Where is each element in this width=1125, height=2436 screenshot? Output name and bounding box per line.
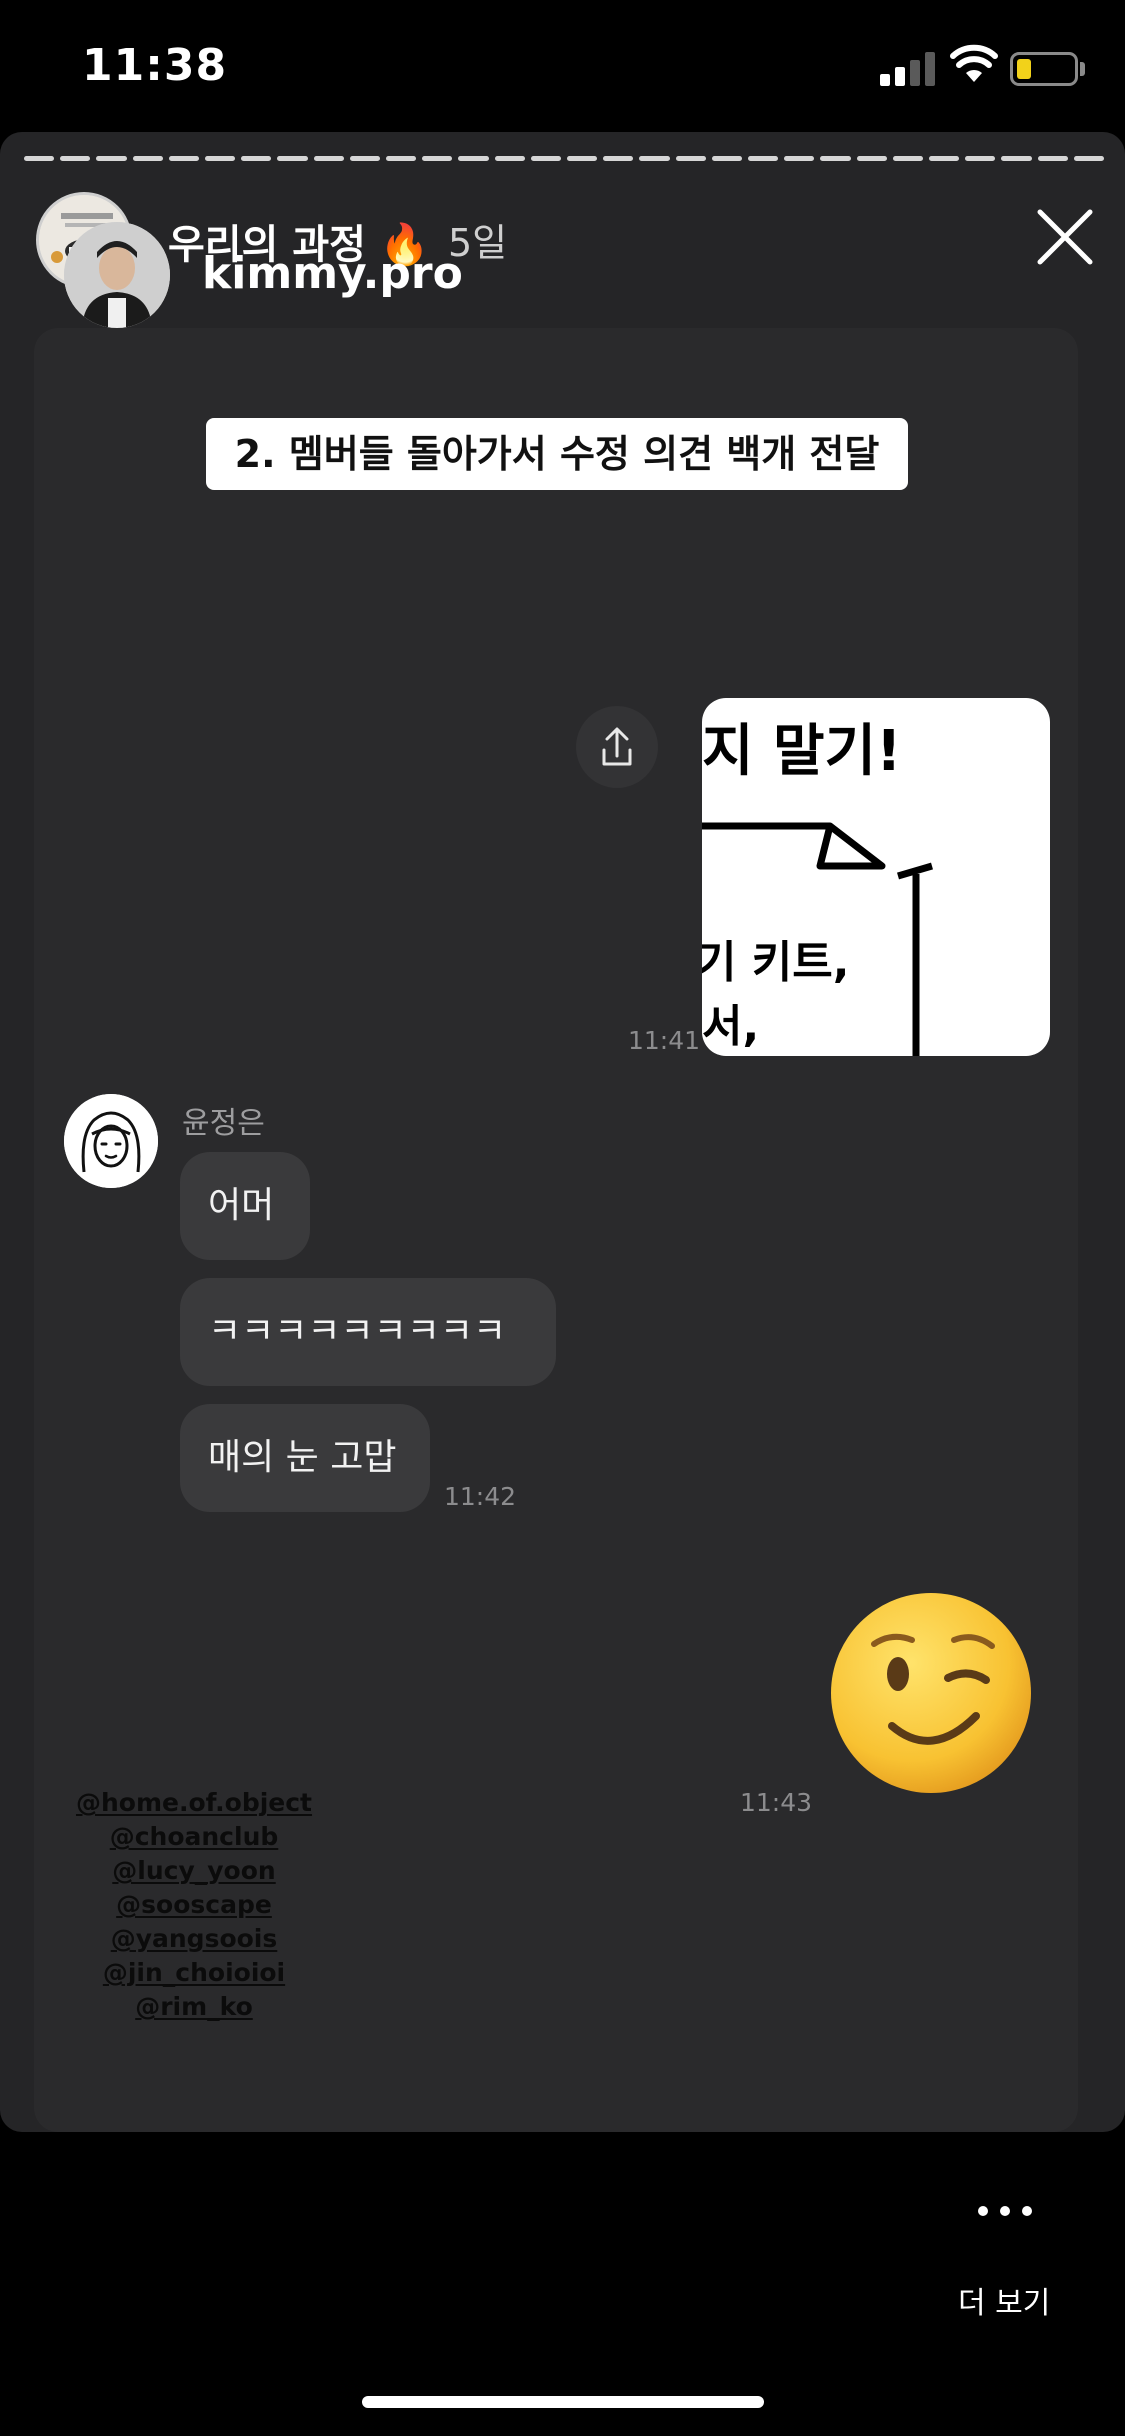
progress-segment bbox=[386, 156, 417, 161]
progress-segment bbox=[132, 156, 163, 161]
progress-segment bbox=[24, 156, 55, 161]
progress-segment bbox=[965, 156, 996, 161]
story-progress-bar bbox=[24, 156, 1105, 162]
progress-segment bbox=[168, 156, 200, 161]
progress-segment bbox=[892, 156, 924, 161]
image-text-line: 기 키트, bbox=[702, 937, 850, 988]
wifi-icon bbox=[950, 44, 998, 82]
avatar bbox=[64, 222, 170, 328]
progress-segment bbox=[530, 156, 562, 161]
mention-link[interactable]: @rim_ko bbox=[60, 1990, 328, 2024]
winking-face-emoji[interactable] bbox=[826, 1588, 1036, 1798]
battery-icon bbox=[1010, 52, 1078, 86]
message-timestamp: 11:41 bbox=[628, 1026, 701, 1055]
mention-link[interactable]: @sooscape bbox=[60, 1888, 328, 1922]
progress-segment bbox=[349, 156, 381, 161]
message-bubble[interactable]: 매의 눈 고맙 bbox=[180, 1404, 430, 1512]
more-button-label[interactable]: 더 보기 bbox=[958, 2278, 1050, 2322]
progress-segment bbox=[1073, 156, 1105, 161]
status-bar: 11:38 bbox=[0, 0, 1125, 132]
progress-segment bbox=[711, 156, 743, 161]
sender-name: 윤정은 bbox=[182, 1106, 265, 1141]
progress-segment bbox=[856, 156, 887, 161]
progress-segment bbox=[603, 156, 634, 161]
progress-segment bbox=[748, 156, 779, 161]
progress-segment bbox=[1037, 156, 1068, 161]
mention-list: @home.of.object @choanclub @lucy_yoon @soos… bbox=[60, 1786, 328, 2024]
home-indicator[interactable] bbox=[362, 2396, 764, 2408]
progress-segment bbox=[675, 156, 706, 161]
progress-segment bbox=[458, 156, 489, 161]
message-text: 매의 눈 고맙 bbox=[208, 1437, 397, 1478]
progress-segment bbox=[205, 156, 236, 161]
share-button[interactable] bbox=[576, 706, 658, 788]
mention-link[interactable]: @choanclub bbox=[60, 1820, 328, 1854]
dm-user-header: kimmy.pro bbox=[64, 222, 664, 332]
progress-segment bbox=[567, 156, 598, 161]
progress-segment bbox=[96, 156, 127, 161]
progress-segment bbox=[422, 156, 453, 161]
progress-segment bbox=[60, 156, 91, 161]
cellular-signal-icon bbox=[880, 50, 936, 86]
dm-username: kimmy.pro bbox=[202, 248, 463, 299]
message-text: 어머 bbox=[208, 1185, 275, 1226]
mention-link[interactable]: @lucy_yoon bbox=[60, 1854, 328, 1888]
message-bubble[interactable]: 어머 bbox=[180, 1152, 310, 1260]
mention-link[interactable]: @jin_choioioi bbox=[60, 1956, 328, 1990]
message-text: ㅋㅋㅋㅋㅋㅋㅋㅋㅋ bbox=[208, 1311, 507, 1352]
message-bubble[interactable]: ㅋㅋㅋㅋㅋㅋㅋㅋㅋ bbox=[180, 1278, 556, 1386]
progress-segment bbox=[820, 156, 851, 161]
sender-avatar[interactable] bbox=[64, 1094, 158, 1188]
progress-segment bbox=[277, 156, 308, 161]
progress-segment bbox=[241, 156, 272, 161]
progress-segment bbox=[929, 156, 960, 161]
mention-link[interactable]: @yangsoois bbox=[60, 1922, 328, 1956]
more-options-icon[interactable] bbox=[978, 2206, 1034, 2220]
progress-segment bbox=[784, 156, 815, 161]
progress-segment bbox=[313, 156, 344, 161]
progress-segment bbox=[494, 156, 525, 161]
story-caption: 2. 멤버들 돌아가서 수정 의견 백개 전달 bbox=[206, 418, 908, 490]
shared-image-message[interactable]: 지 말기! 기 키트, 서, bbox=[702, 698, 1050, 1056]
message-timestamp: 11:42 bbox=[444, 1482, 517, 1511]
share-icon bbox=[602, 727, 632, 766]
close-icon[interactable] bbox=[1034, 206, 1096, 268]
image-text-line: 서, bbox=[702, 1001, 760, 1052]
battery-tip bbox=[1080, 62, 1085, 76]
message-timestamp: 11:43 bbox=[740, 1788, 813, 1817]
progress-segment bbox=[1001, 156, 1032, 161]
mention-link[interactable]: @home.of.object bbox=[60, 1786, 328, 1820]
progress-segment bbox=[639, 156, 670, 161]
status-time: 11:38 bbox=[82, 40, 228, 91]
